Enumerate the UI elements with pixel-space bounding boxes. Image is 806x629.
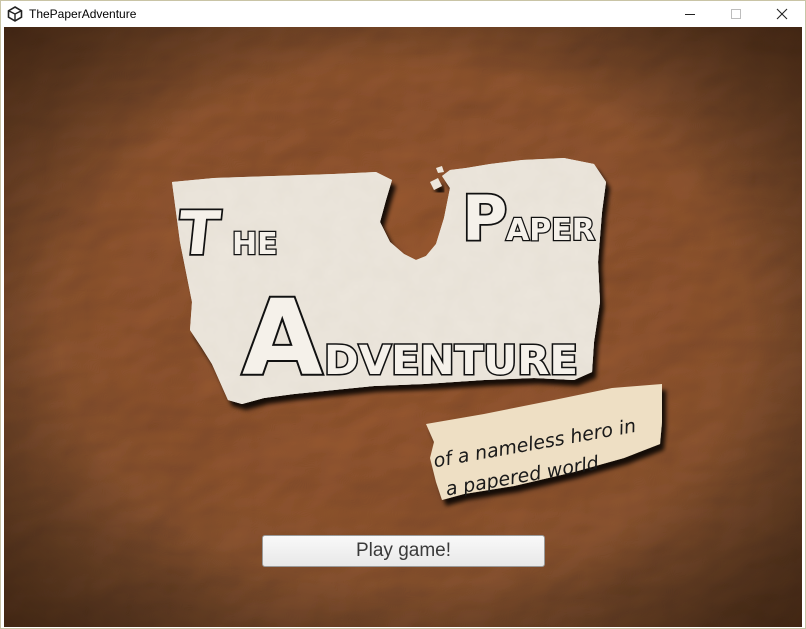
maximize-icon bbox=[731, 9, 741, 19]
close-icon bbox=[776, 8, 788, 20]
maximize-button[interactable] bbox=[713, 1, 759, 27]
logo-paper-initial: P bbox=[462, 182, 507, 255]
game-logo: T HE P APER A DVENTURE of a nameless her… bbox=[172, 158, 662, 501]
close-button[interactable] bbox=[759, 1, 805, 27]
logo-adventure-initial: A bbox=[242, 277, 323, 399]
logo-adventure-rest: DVENTURE bbox=[324, 338, 578, 384]
logo-the-rest: HE bbox=[232, 227, 278, 262]
tagline-paper-strip: of a nameless hero in a papered world bbox=[426, 384, 662, 501]
logo-the-initial: T bbox=[175, 199, 223, 269]
minimize-button[interactable] bbox=[667, 1, 713, 27]
play-game-button[interactable]: Play game! bbox=[262, 535, 545, 567]
logo-paper-rest: APER bbox=[506, 213, 595, 248]
window-title: ThePaperAdventure bbox=[29, 7, 137, 21]
minimize-icon bbox=[685, 14, 695, 15]
game-viewport: T HE P APER A DVENTURE of a nameless her… bbox=[4, 27, 802, 627]
title-bar[interactable]: ThePaperAdventure bbox=[1, 1, 805, 27]
game-window: ThePaperAdventure T HE P APER A DVENTURE… bbox=[0, 0, 806, 629]
unity-icon bbox=[7, 6, 23, 22]
